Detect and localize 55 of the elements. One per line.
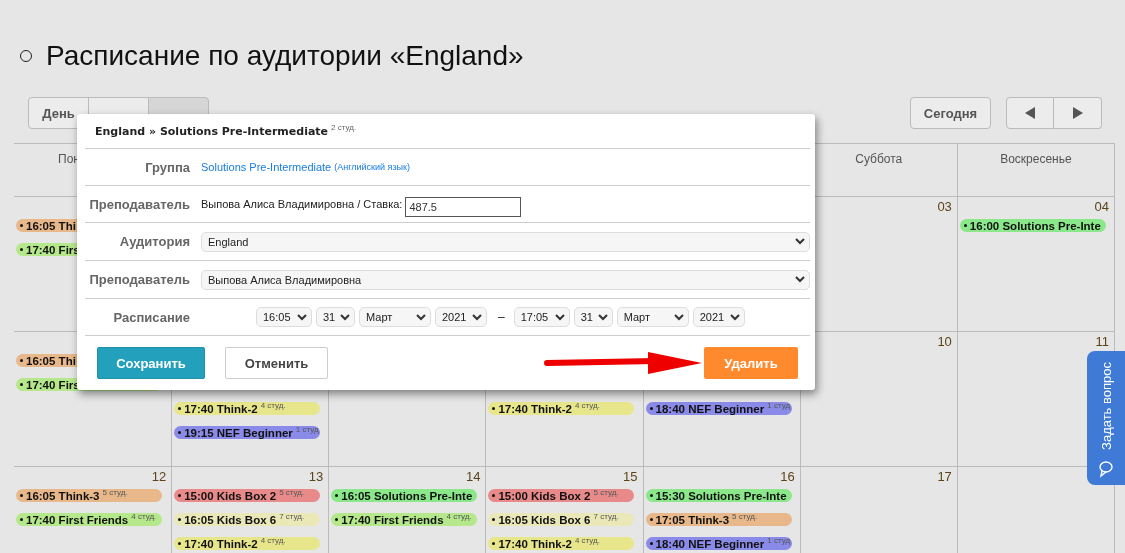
event-title: 16:05 Kids Box 6 <box>498 513 591 526</box>
dialog-title: England » Solutions Pre-Intermediate <box>95 124 329 138</box>
teacher-rate-text: Выпова Алиса Владимировна / Ставка: <box>201 198 403 210</box>
date-number: 14 <box>465 469 481 484</box>
student-count: 4 студ. <box>574 536 600 545</box>
event-title: 15:00 Kids Box 2 <box>498 489 591 502</box>
date-number: 16 <box>780 469 795 484</box>
event-title: 17:40 First Friends <box>26 513 129 526</box>
date-number: 12 <box>151 469 167 484</box>
date-number: 10 <box>937 334 952 349</box>
student-count: 4 студ. <box>446 512 472 521</box>
date-number: 04 <box>1094 199 1109 214</box>
weekday-label: Воскресенье <box>1000 152 1072 166</box>
student-count: 5 студ. <box>732 512 758 521</box>
date-number: 13 <box>308 469 324 484</box>
student-count: 1 студ <box>767 536 791 545</box>
range-separator: – <box>498 310 505 324</box>
event-title: 17:40 Think-2 <box>498 537 572 550</box>
student-count: 5 студ. <box>593 488 619 497</box>
field-label: Группа <box>144 159 190 175</box>
event-title: 17:40 Think-2 <box>498 402 572 415</box>
event-title: 15:00 Kids Box 2 <box>184 489 277 502</box>
event-title: 17:40 Think-2 <box>184 402 258 415</box>
weekday-label: Суббота <box>855 152 903 166</box>
student-count: 2 студ. <box>331 123 357 132</box>
field-label: Преподаватель <box>88 272 190 287</box>
student-count: 4 студ. <box>260 401 286 410</box>
student-count: 5 студ. <box>102 488 128 497</box>
student-count: 1 студ <box>295 425 319 434</box>
event-title: 16:05 Think-3 <box>26 489 100 502</box>
student-count: 7 студ. <box>593 512 619 521</box>
student-count: 5 студ. <box>279 488 305 497</box>
field-label: Расписание <box>112 309 190 325</box>
page-title: Расписание по аудитории «England» <box>46 40 524 72</box>
event-title: 17:05 Think-3 <box>655 513 730 526</box>
event-title: 17:40 Think-2 <box>184 537 258 550</box>
student-count: 1 студ <box>767 401 791 410</box>
event-title: 16:05 Thi <box>26 219 76 232</box>
student-count: 4 студ. <box>260 536 286 545</box>
date-number: 17 <box>937 469 952 484</box>
field-label: Аудитория <box>118 234 190 249</box>
event-title: 16:05 Kids Box 6 <box>184 513 277 526</box>
event-title: 18:40 NEF Beginner <box>655 537 765 550</box>
event-title: 16:05 Thi <box>26 354 76 367</box>
event-title: 18:40 NEF Beginner <box>655 402 765 415</box>
date-number: 03 <box>937 199 952 214</box>
subject-note: (Английский язык) <box>334 162 410 172</box>
event-title: 19:15 NEF Beginner <box>184 426 293 439</box>
date-number: 11 <box>1095 334 1109 349</box>
field-label: Преподаватель <box>88 196 190 212</box>
event-title: 17:40 First Friends <box>341 513 444 526</box>
student-count: 7 студ. <box>279 512 305 521</box>
student-count: 4 студ. <box>131 512 157 521</box>
student-count: 4 студ. <box>574 401 600 410</box>
date-number: 15 <box>623 469 638 484</box>
